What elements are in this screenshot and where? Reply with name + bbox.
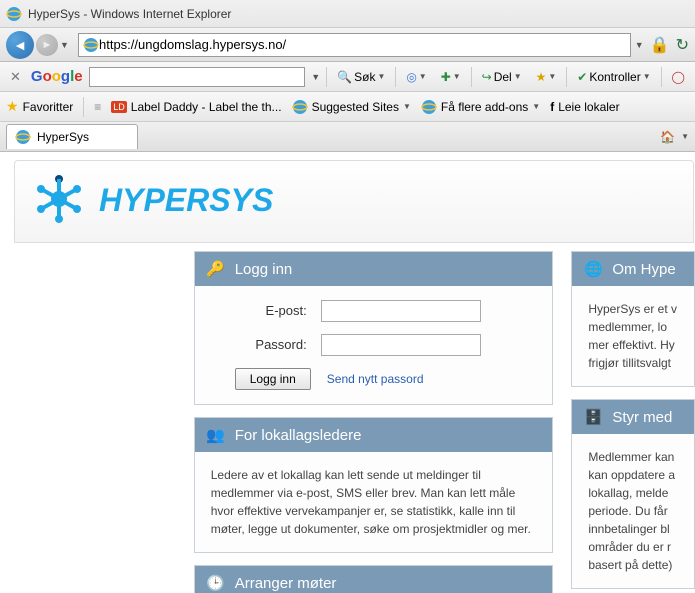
email-field[interactable] (321, 300, 481, 322)
arrange-box: 🕒 Arranger møter (194, 565, 554, 593)
favorites-button[interactable]: ★ Favoritter (6, 98, 73, 115)
circle-icon: ◯ (672, 70, 685, 84)
toolbar-item-2[interactable]: ✚▼ (437, 68, 465, 86)
login-button[interactable]: Logg inn (235, 368, 311, 390)
about-title: Om Hype (612, 261, 675, 278)
ie-icon (421, 99, 437, 115)
svg-text:HYPERSYS: HYPERSYS (99, 182, 274, 218)
favorites-label: Favoritter (23, 100, 74, 114)
leaders-text: Ledere av et lokallag kan lett sende ut … (195, 452, 553, 552)
f-icon: f (550, 100, 554, 114)
leaders-title: For lokallagsledere (235, 427, 362, 444)
url-input[interactable] (99, 37, 626, 52)
fav-label: Få flere add-ons (441, 100, 528, 114)
site-header: HYPERSYS (14, 160, 694, 243)
arrow-right-icon: ► (42, 39, 53, 51)
home-button[interactable]: 🏠 (660, 130, 675, 144)
refresh-button[interactable]: ↻ (676, 35, 689, 55)
tab-hypersys[interactable]: HyperSys (6, 124, 138, 149)
clock-icon: 🕒 (205, 572, 227, 593)
forgot-password-link[interactable]: Send nytt passord (327, 370, 424, 388)
google-logo: Google (31, 68, 83, 85)
google-toolbar: ✕ Google ▼ 🔍 Søk ▼ ◎▼ ✚▼ ↪ Del ▼ ★▼ ✔ Ko… (0, 62, 695, 92)
page-icon (83, 37, 99, 53)
home-dropdown[interactable]: ▼ (681, 132, 689, 141)
arrange-title: Arranger møter (235, 575, 337, 592)
leaders-header: 👥 For lokallagsledere (195, 418, 553, 452)
leaders-box: 👥 For lokallagsledere Ledere av et lokal… (194, 417, 554, 553)
bookmark-button[interactable]: ★▼ (532, 68, 561, 86)
fav-label: Suggested Sites (312, 100, 399, 114)
ie-icon (6, 6, 22, 22)
forward-button[interactable]: ► (36, 34, 58, 56)
login-title: Logg inn (235, 261, 293, 278)
navigation-bar: ◄ ► ▼ ▼ 🔒 ↻ (0, 28, 695, 62)
email-label: E-post: (211, 301, 321, 321)
address-bar[interactable] (78, 33, 631, 57)
nav-history-dropdown[interactable]: ▼ (60, 40, 72, 50)
page-content: HYPERSYS 🔑 Logg inn E-post: Passord: (0, 152, 695, 593)
steer-text: Medlemmer kan kan oppdatere a lokallag, … (572, 434, 694, 588)
toolbar-item-1[interactable]: ◎▼ (402, 68, 430, 86)
toolbar-item-end[interactable]: ◯ (668, 68, 689, 86)
addr-dropdown[interactable]: ▼ (635, 40, 644, 50)
share-label: Del (494, 70, 512, 84)
hypersys-logo: HYPERSYS (29, 169, 429, 229)
star-icon: ★ (6, 98, 19, 115)
magnifier-icon: 🔍 (337, 70, 352, 84)
lock-icon: 🔒 (650, 35, 670, 55)
login-header: 🔑 Logg inn (195, 252, 553, 286)
about-text: HyperSys er et v medlemmer, lo mer effek… (572, 286, 694, 386)
fav-label: Leie lokaler (558, 100, 619, 114)
steer-header: 🗄️ Styr med (572, 400, 694, 434)
ie-icon (15, 129, 31, 145)
arrow-left-icon: ◄ (13, 37, 27, 53)
share-icon: ↪ (482, 70, 492, 84)
steer-title: Styr med (612, 409, 672, 426)
check-label: Kontroller (589, 70, 640, 84)
fav-item-3[interactable]: f Leie lokaler (550, 100, 619, 114)
window-titlebar: HyperSys - Windows Internet Explorer (0, 0, 695, 28)
check-button[interactable]: ✔ Kontroller ▼ (573, 68, 654, 86)
people-icon: 👥 (205, 424, 227, 446)
grip-icon: ≡ (94, 100, 101, 114)
tab-title: HyperSys (37, 130, 89, 144)
labeldaddy-icon: LD (111, 101, 127, 113)
google-search-button[interactable]: 🔍 Søk ▼ (333, 68, 389, 86)
about-box: 🌐 Om Hype HyperSys er et v medlemmer, lo… (571, 251, 695, 387)
fav-item-2[interactable]: Få flere add-ons ▼ (421, 99, 540, 115)
keys-icon: 🔑 (205, 258, 227, 280)
password-label: Passord: (211, 335, 321, 355)
toolbar-close-button[interactable]: ✕ (6, 69, 25, 85)
google-search-input[interactable] (89, 67, 306, 87)
check-icon: ✔ (577, 70, 587, 84)
plus-icon: ✚ (441, 70, 451, 84)
ie-icon (292, 99, 308, 115)
password-field[interactable] (321, 334, 481, 356)
about-header: 🌐 Om Hype (572, 252, 694, 286)
fav-drag-icon[interactable]: ≡ (94, 100, 101, 114)
target-icon: ◎ (406, 70, 416, 84)
window-title: HyperSys - Windows Internet Explorer (28, 7, 231, 21)
tab-bar: HyperSys 🏠 ▼ (0, 122, 695, 152)
fav-label: Label Daddy - Label the th... (131, 100, 282, 114)
search-dropdown[interactable]: ▼ (311, 72, 320, 82)
star-icon: ★ (536, 70, 547, 84)
favorites-bar: ★ Favoritter ≡ LD Label Daddy - Label th… (0, 92, 695, 122)
fav-item-0[interactable]: LD Label Daddy - Label the th... (111, 100, 281, 114)
globe-icon: 🌐 (582, 258, 604, 280)
fav-item-1[interactable]: Suggested Sites ▼ (292, 99, 411, 115)
server-icon: 🗄️ (582, 406, 604, 428)
search-label: Søk (354, 70, 375, 84)
steer-box: 🗄️ Styr med Medlemmer kan kan oppdatere … (571, 399, 695, 589)
login-box: 🔑 Logg inn E-post: Passord: Logg inn Sen… (194, 251, 554, 405)
back-button[interactable]: ◄ (6, 31, 34, 59)
share-button[interactable]: ↪ Del ▼ (478, 68, 526, 86)
arrange-header: 🕒 Arranger møter (195, 566, 553, 593)
